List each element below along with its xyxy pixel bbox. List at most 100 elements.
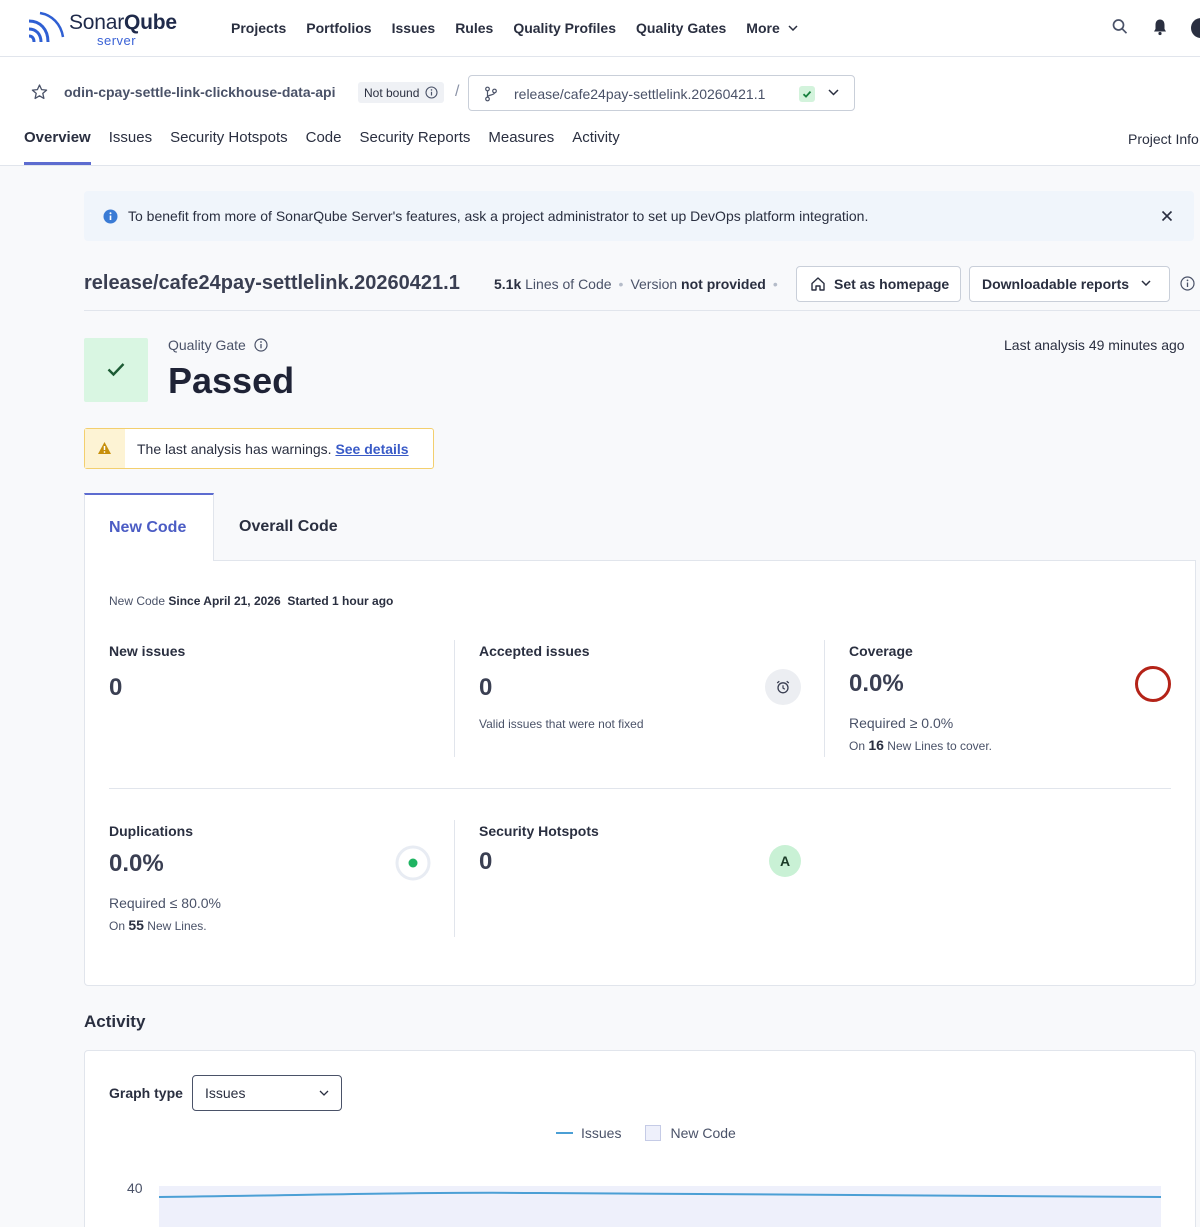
tab-overall-code[interactable]: Overall Code bbox=[239, 518, 338, 536]
sonarqube-logo[interactable]: SonarQube server bbox=[26, 9, 191, 49]
activity-title: Activity bbox=[84, 1012, 146, 1031]
y-tick-label: 40 bbox=[127, 1180, 143, 1196]
nav-quality-gates[interactable]: Quality Gates bbox=[636, 20, 726, 36]
main-nav: Projects Portfolios Issues Rules Quality… bbox=[231, 0, 818, 56]
project-name[interactable]: odin-cpay-settle-link-clickhouse-data-ap… bbox=[64, 84, 336, 100]
devops-integration-banner: To benefit from more of SonarQube Server… bbox=[84, 191, 1194, 241]
warning-icon-container bbox=[85, 429, 125, 468]
loc-value: 5.1k bbox=[494, 276, 522, 292]
duplications-indicator-icon bbox=[395, 845, 431, 881]
coverage-value[interactable]: 0.0% bbox=[849, 670, 904, 698]
home-icon bbox=[811, 277, 825, 291]
divider bbox=[824, 640, 825, 757]
new-code-started: Started 1 hour ago bbox=[287, 594, 394, 608]
tab-measures[interactable]: Measures bbox=[488, 129, 554, 165]
new-code-area bbox=[159, 1186, 1161, 1227]
graph-type-value: Issues bbox=[205, 1085, 246, 1101]
nav-more[interactable]: More bbox=[746, 20, 798, 36]
accepted-issues-label: Accepted issues bbox=[479, 643, 590, 659]
tab-overview[interactable]: Overview bbox=[24, 129, 91, 165]
breadcrumb-separator: / bbox=[455, 83, 460, 100]
duplications-lines: On 55 New Lines. bbox=[109, 917, 207, 933]
last-analysis: Last analysis 49 minutes ago bbox=[1004, 337, 1185, 353]
divider bbox=[84, 310, 1200, 311]
graph-type-select[interactable]: Issues bbox=[192, 1075, 342, 1111]
duplications-lines-label: New Lines. bbox=[147, 919, 207, 933]
close-icon[interactable] bbox=[1161, 210, 1173, 222]
graph-type-label: Graph type bbox=[109, 1085, 183, 1101]
binding-label: Not bound bbox=[364, 85, 420, 100]
chevron-down-icon bbox=[788, 25, 798, 31]
new-code-period: New Code Since April 21, 2026 Started 1 … bbox=[109, 594, 393, 608]
branch-title: release/cafe24pay-settlelink.20260421.1 bbox=[84, 272, 460, 294]
quality-gate-label: Quality Gate bbox=[168, 337, 268, 353]
duplications-lines-count[interactable]: 55 bbox=[128, 917, 144, 933]
chevron-down-icon bbox=[828, 89, 839, 96]
info-icon[interactable] bbox=[1180, 276, 1195, 291]
downloadable-reports-button[interactable]: Downloadable reports bbox=[969, 266, 1170, 302]
tab-security-reports[interactable]: Security Reports bbox=[359, 129, 470, 165]
nav-more-label: More bbox=[746, 20, 780, 36]
security-hotspots-value[interactable]: 0 bbox=[479, 848, 492, 876]
chevron-down-icon bbox=[319, 1090, 329, 1096]
accepted-issues-description: Valid issues that were not fixed bbox=[479, 717, 644, 731]
info-icon[interactable] bbox=[254, 338, 268, 352]
new-issues-value[interactable]: 0 bbox=[109, 674, 122, 702]
accepted-issues-value[interactable]: 0 bbox=[479, 674, 492, 702]
warning-message: The last analysis has warnings. bbox=[137, 441, 332, 457]
branch-selector[interactable]: release/cafe24pay-settlelink.20260421.1 bbox=[468, 75, 855, 111]
loc-label: Lines of Code bbox=[525, 276, 612, 292]
branch-icon bbox=[485, 86, 497, 102]
tab-security-hotspots[interactable]: Security Hotspots bbox=[170, 129, 288, 165]
legend-issues-label: Issues bbox=[581, 1125, 622, 1141]
chart-legend: Issues New Code bbox=[556, 1125, 736, 1141]
branch-status-badge bbox=[799, 86, 815, 102]
analysis-warning: The last analysis has warnings. See deta… bbox=[84, 428, 434, 469]
coverage-required: Required ≥ 0.0% bbox=[849, 715, 954, 731]
branch-meta: 5.1k Lines of Code • Version not provide… bbox=[494, 276, 778, 292]
nav-projects[interactable]: Projects bbox=[231, 20, 286, 36]
tab-code[interactable]: Code bbox=[306, 129, 342, 165]
check-icon bbox=[802, 90, 812, 98]
see-details-link[interactable]: See details bbox=[335, 441, 408, 457]
duplications-on-label: On bbox=[109, 919, 126, 933]
duplications-required: Required ≤ 80.0% bbox=[109, 895, 221, 911]
tab-issues[interactable]: Issues bbox=[109, 129, 152, 165]
nav-rules[interactable]: Rules bbox=[455, 20, 493, 36]
bell-icon[interactable] bbox=[1153, 18, 1167, 36]
activity-chart[interactable]: 40 bbox=[120, 1170, 1170, 1227]
binding-badge[interactable]: Not bound bbox=[358, 82, 445, 103]
nav-portfolios[interactable]: Portfolios bbox=[306, 20, 371, 36]
project-info-link[interactable]: Project Info bbox=[1128, 131, 1199, 147]
avatar[interactable] bbox=[1191, 18, 1200, 38]
sonar-waves-icon bbox=[28, 11, 65, 43]
top-navigation: SonarQube server Projects Portfolios Iss… bbox=[0, 0, 1200, 57]
quality-gate-status-icon bbox=[84, 338, 148, 402]
version-label: Version bbox=[630, 276, 678, 292]
chevron-down-icon bbox=[1141, 280, 1151, 286]
nav-issues[interactable]: Issues bbox=[392, 20, 436, 36]
security-hotspots-rating: A bbox=[769, 845, 801, 877]
alarm-clock-icon bbox=[776, 680, 790, 694]
security-hotspots-label: Security Hotspots bbox=[479, 823, 599, 839]
duplications-value[interactable]: 0.0% bbox=[109, 850, 164, 878]
coverage-lines-count[interactable]: 16 bbox=[868, 737, 884, 753]
nav-quality-profiles[interactable]: Quality Profiles bbox=[513, 20, 616, 36]
set-homepage-button[interactable]: Set as homepage bbox=[796, 266, 961, 302]
warning-icon bbox=[98, 442, 111, 454]
star-icon[interactable] bbox=[31, 84, 48, 100]
new-code-since: Since April 21, 2026 bbox=[168, 594, 281, 608]
info-icon bbox=[103, 209, 118, 224]
divider bbox=[454, 640, 455, 757]
coverage-ring-icon bbox=[1135, 666, 1171, 702]
legend-new-code-swatch bbox=[645, 1125, 662, 1141]
tab-activity[interactable]: Activity bbox=[572, 129, 620, 165]
check-icon bbox=[107, 363, 125, 377]
legend-issues-swatch bbox=[556, 1132, 573, 1134]
coverage-on-label: On bbox=[849, 739, 866, 753]
coverage-label: Coverage bbox=[849, 643, 913, 659]
search-icon[interactable] bbox=[1112, 18, 1128, 36]
version-value: not provided bbox=[681, 276, 766, 292]
tab-new-code[interactable]: New Code bbox=[84, 493, 214, 561]
quality-gate-label-text: Quality Gate bbox=[168, 337, 246, 353]
